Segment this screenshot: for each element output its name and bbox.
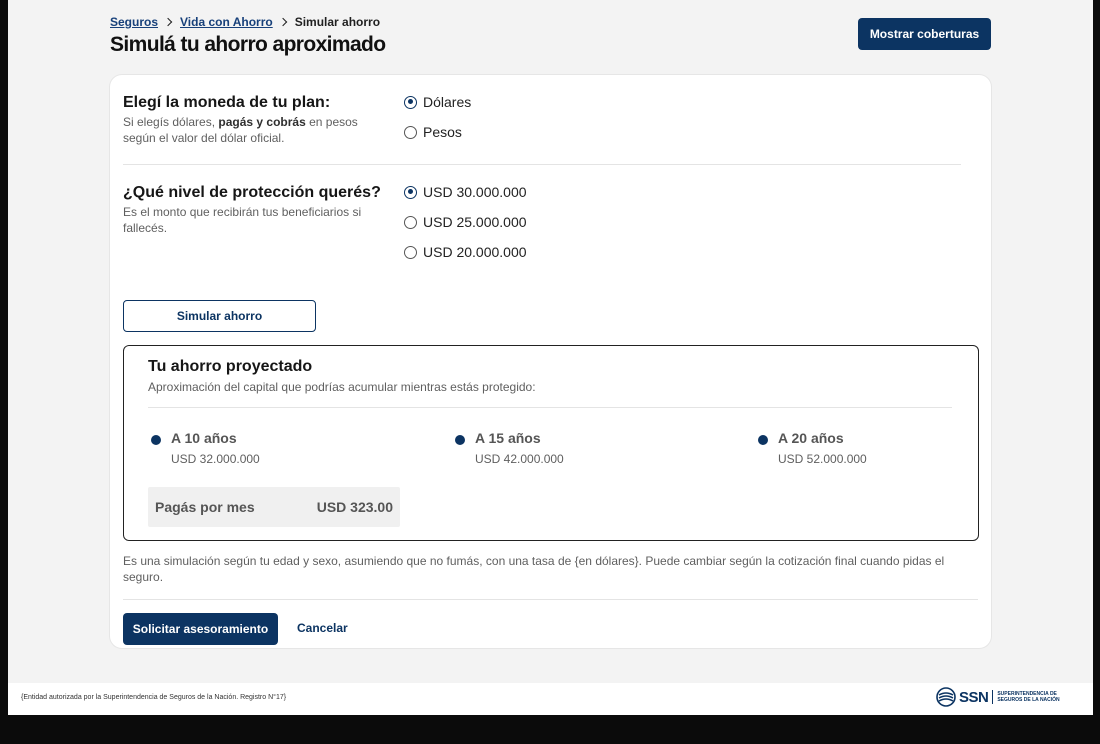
monthly-payment-value: USD 323.00: [316, 499, 393, 515]
protection-option-20m[interactable]: USD 20.000.000: [404, 244, 527, 260]
bullet-icon: [758, 435, 768, 445]
bullet-icon: [151, 435, 161, 445]
projection-subtitle: Aproximación del capital que podrías acu…: [148, 380, 536, 394]
radio-selected-icon: [404, 185, 417, 199]
disclaimer-text: Es una simulación según tu edad y sexo, …: [123, 554, 945, 584]
divider: [123, 164, 961, 165]
projected-savings-panel: Tu ahorro proyectado Aproximación del ca…: [123, 345, 979, 541]
legal-text: {Entidad autorizada por la Superintenden…: [21, 694, 287, 701]
term-label: A 15 años: [475, 430, 541, 446]
currency-option-pesos[interactable]: Pesos: [404, 124, 462, 140]
page: Seguros Vida con Ahorro Simular ahorro S…: [8, 0, 1093, 683]
breadcrumb-link-seguros[interactable]: Seguros: [110, 15, 158, 29]
protection-question-title: ¿Qué nivel de protección querés?: [123, 184, 381, 201]
cancel-button[interactable]: Cancelar: [297, 621, 348, 635]
simulation-card: Elegí la moneda de tu plan: Si elegís dó…: [110, 75, 991, 648]
logo-divider: [992, 690, 994, 704]
radio-label: Dólares: [423, 94, 472, 110]
radio-unselected-icon: [404, 215, 417, 229]
chevron-right-icon: [164, 17, 174, 27]
monthly-payment-label: Pagás por mes: [155, 499, 255, 515]
protection-option-25m[interactable]: USD 25.000.000: [404, 214, 527, 230]
request-advice-button[interactable]: Solicitar asesoramiento: [123, 613, 278, 645]
divider: [123, 599, 978, 600]
projection-title: Tu ahorro proyectado: [148, 358, 313, 375]
ssn-emblem-icon: [936, 687, 956, 707]
term-amount: USD 52.000.000: [778, 452, 867, 466]
divider: [148, 407, 952, 408]
currency-question-description: Si elegís dólares, pagás y cobrás en pes…: [123, 115, 358, 145]
protection-question-description: Es el monto que recibirán tus beneficiar…: [123, 205, 362, 235]
term-label: A 10 años: [171, 430, 237, 446]
chevron-right-icon: [279, 17, 289, 27]
radio-label: USD 30.000.000: [423, 184, 527, 200]
simulate-savings-button[interactable]: Simular ahorro: [123, 300, 316, 332]
currency-option-dolares[interactable]: Dólares: [404, 94, 471, 110]
term-amount: USD 42.000.000: [475, 452, 564, 466]
radio-label: USD 25.000.000: [423, 214, 527, 230]
breadcrumb-current: Simular ahorro: [294, 15, 381, 29]
page-title: Simulá tu ahorro aproximado: [110, 33, 386, 56]
radio-label: USD 20.000.000: [423, 244, 527, 260]
monthly-payment: Pagás por mes USD 323.00: [148, 487, 400, 527]
ssn-logo-subtitle: SUPERINTENDENCIA DE SEGUROS DE LA NACIÓN: [997, 691, 1060, 703]
term-label: A 20 años: [778, 430, 844, 446]
show-coverage-button[interactable]: Mostrar coberturas: [858, 18, 991, 50]
breadcrumb-link-vida-con-ahorro[interactable]: Vida con Ahorro: [180, 15, 273, 29]
breadcrumb: Seguros Vida con Ahorro Simular ahorro: [110, 15, 380, 29]
protection-option-30m[interactable]: USD 30.000.000: [404, 184, 527, 200]
ssn-logo-text: SSN: [959, 688, 989, 706]
radio-unselected-icon: [404, 245, 417, 259]
radio-selected-icon: [404, 95, 417, 109]
currency-question-title: Elegí la moneda de tu plan:: [123, 94, 331, 111]
footer: {Entidad autorizada por la Superintenden…: [8, 683, 1093, 715]
bullet-icon: [455, 435, 465, 445]
radio-label: Pesos: [423, 124, 462, 140]
term-amount: USD 32.000.000: [171, 452, 260, 466]
ssn-logo: SSN SUPERINTENDENCIA DE SEGUROS DE LA NA…: [936, 687, 1077, 707]
radio-unselected-icon: [404, 125, 417, 139]
